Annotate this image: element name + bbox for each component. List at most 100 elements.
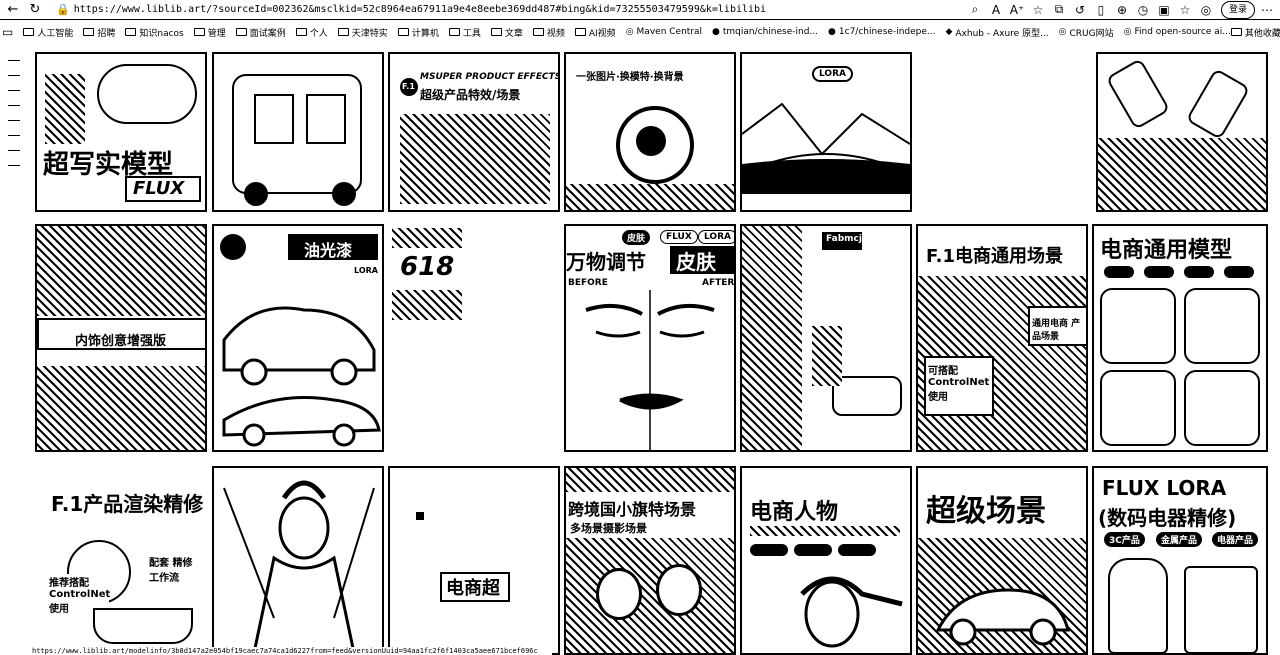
login-button[interactable]: 登录 [1220,0,1255,19]
face-illustration [585,290,715,450]
model-card[interactable]: 电商超 [388,466,560,655]
card-badge: F.1 [402,82,415,91]
bookmark-item[interactable]: ● tmqian/chinese-ind... [712,27,818,37]
extension-icon[interactable]: ⧉ [1050,1,1068,19]
model-card[interactable]: 618 [388,224,560,452]
bookmark-item[interactable]: ◎ CRUG网站 [1059,26,1114,39]
split-icon[interactable]: ▯ [1092,1,1110,19]
collections-icon[interactable]: ⊕ [1113,1,1131,19]
lock-icon[interactable]: 🔒 [56,3,70,16]
bookmark-item[interactable]: 招聘 [83,26,115,39]
folder-icon [397,28,409,36]
model-card[interactable]: F.1产品渲染精修 推荐搭配 ControlNet 使用 配套 精修工作流 [35,466,207,655]
reading-icon[interactable]: A⁺ [1008,1,1026,19]
card-tag: 电器产品 [1212,532,1259,547]
model-card[interactable]: LORA [740,52,912,212]
bookmark-item[interactable]: 计算机 [397,26,439,39]
axhub-icon: ◆ [945,27,953,37]
bookmark-item[interactable]: ◎ Find open-source ai... [1124,27,1231,37]
model-card[interactable]: Fabmcj [740,224,912,452]
model-card[interactable] [212,466,384,655]
model-card[interactable]: 超级场景 [916,466,1088,655]
tab-actions-icon[interactable]: ▭ [2,23,13,41]
reload-icon[interactable]: ↻ [26,1,44,19]
profile-badge-icon[interactable]: ▣ [1155,1,1173,19]
card-subtitle: FLUX [133,178,185,199]
folder-icon [448,28,460,36]
card-title: 电商人物 [750,500,839,525]
status-link-url: https://www.liblib.art/modelinfo/3b8d147… [32,647,552,655]
card-title: 电商通用模型 [1100,238,1233,263]
portrait-illustration [223,480,375,653]
card-subtitle: 可搭配 ControlNet 使用 [928,366,990,403]
bookmark-item[interactable]: ● 1c7/chinese-indepe... [828,27,935,37]
bookmark-item[interactable]: 工具 [448,26,481,39]
left-rail [0,46,30,655]
model-card[interactable] [1096,52,1268,212]
folder-icon [193,28,205,36]
folder-icon [490,28,502,36]
folder-icon [23,28,35,36]
github-icon: ● [828,27,836,37]
model-card[interactable]: FLUX LORA (数码电器精修) 3C产品 金属产品 电器产品 [1092,466,1268,655]
bookmark-item[interactable]: 个人 [295,26,328,39]
bookmarks-bar: ▭ 人工智能 招聘 知识nacos 管理 面试案例 个人 天津特实 计算机 工具 文章 视频 AI视频… [0,22,1280,42]
bookmark-item[interactable]: ◆ Axhub - Axure 原型... [945,26,1048,39]
beetle-car-illustration [935,588,1070,646]
bookmark-item[interactable]: 天津特实 [337,26,388,39]
card-title: Fabmcj [826,234,862,244]
bookmark-item[interactable]: AI视频 [574,26,616,39]
github-icon: ● [712,27,720,37]
card-mid-text: 通用电商 产品场景 [1032,319,1081,342]
card-title: 超级场景 [926,494,1046,529]
bookmark-item[interactable]: 人工智能 [23,26,73,39]
back-icon[interactable]: ← [4,1,22,19]
bookmark-item[interactable]: ◎ Maven Central [626,27,702,37]
globe-icon: ◎ [1123,27,1132,37]
folder-icon [235,28,247,36]
model-card[interactable]: 电商通用模型 [1092,224,1268,452]
more-icon[interactable]: ⋯ [1258,1,1276,19]
card-title: MSUPER PRODUCT EFFECTS [420,72,560,82]
refresh-icon[interactable]: ↺ [1071,1,1089,19]
history-icon[interactable]: ◷ [1134,1,1152,19]
card-tag: 金属产品 [1156,532,1203,547]
copilot-icon[interactable]: ◎ [1197,1,1215,19]
translate-icon[interactable]: A [987,1,1005,19]
card-title: 618 [400,252,455,282]
search-icon[interactable]: ⌕ [966,1,984,19]
card-tag: 3C产品 [1104,532,1145,547]
globe-icon: ◎ [625,27,634,37]
model-card[interactable]: 一张图片·换模特·换背景 [564,52,736,212]
model-card[interactable]: MSUPER PRODUCT EFFECTS F.1 超级产品特效/场景 [388,52,560,212]
car-illustration [222,306,381,447]
card-title: 油光漆 [304,241,353,260]
bookmark-other-folder[interactable]: 其他收藏夹 [1230,26,1280,39]
card-subtitle: 皮肤 [676,250,716,274]
card-title: 万物调节 [566,250,646,274]
model-card[interactable] [212,52,384,212]
bookmark-item[interactable]: 管理 [193,26,226,39]
folder-icon [532,28,544,36]
address-bar[interactable]: https://www.liblib.art/?sourceId=002362&… [74,4,854,15]
model-card[interactable]: 油光漆 LORA [212,224,384,452]
folder-icon [1230,28,1242,36]
folder-icon [83,28,95,36]
card-title: 跨境国小旗特场景 [568,500,697,519]
bookmark-item[interactable]: 文章 [490,26,523,39]
model-card[interactable]: 跨境国小旗特场景 多场景摄影场景 [564,466,736,655]
model-card[interactable]: 超写实模型 FLUX [35,52,207,212]
bookmark-item[interactable]: 面试案例 [235,26,286,39]
model-card[interactable]: F.1电商通用场景 通用电商 产品场景 可搭配 ControlNet 使用 [916,224,1088,452]
folder-icon [574,28,586,36]
model-grid: 超写实模型 FLUX MSUPER PRODUCT EFFECTS F.1 超级… [32,46,1280,655]
model-card[interactable]: 电商人物 [740,466,912,655]
favorites-icon[interactable]: ☆ [1176,1,1194,19]
star-icon[interactable]: ☆ [1029,1,1047,19]
bookmark-item[interactable]: 知识nacos [125,26,184,39]
card-title: FLUX LORA [1102,476,1227,500]
bookmark-item[interactable]: 视频 [532,26,565,39]
globe-icon: ◎ [1058,27,1067,37]
model-card[interactable]: 内饰创意增强版 [35,224,207,452]
model-card[interactable]: 皮肤 FLUX LORA 万物调节 皮肤 BEFORE AFTER [564,224,736,452]
